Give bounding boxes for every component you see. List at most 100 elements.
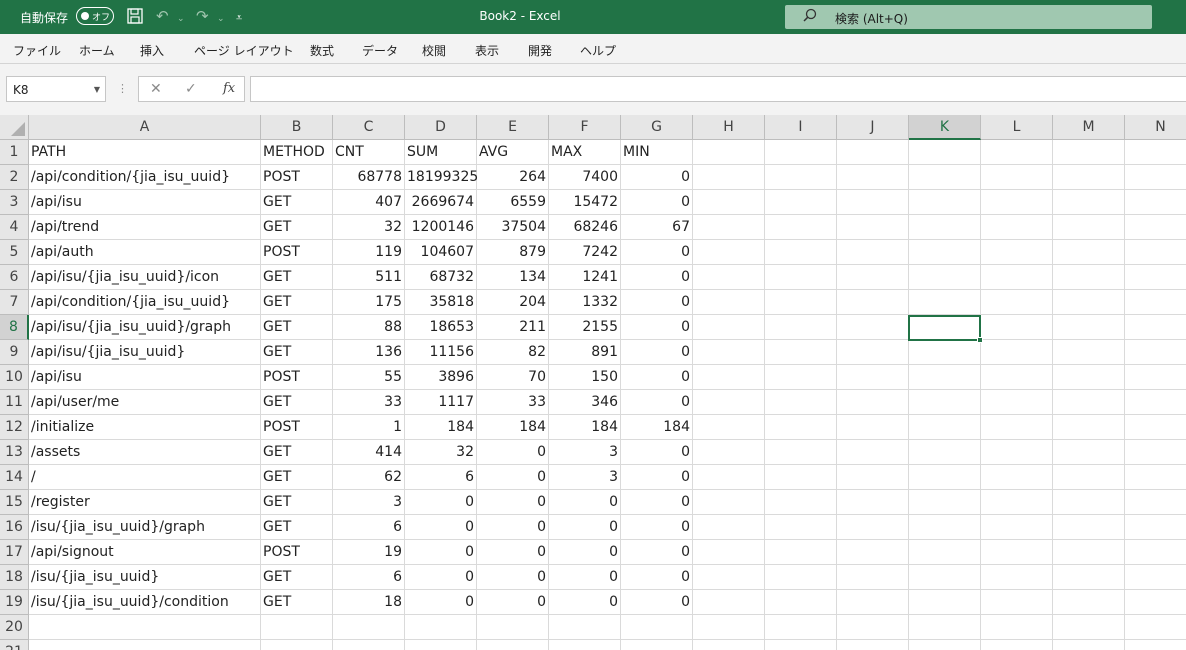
column-header-g[interactable]: G <box>621 115 693 140</box>
cell-k7[interactable] <box>909 290 981 315</box>
cell-j2[interactable] <box>837 165 909 190</box>
cell-l14[interactable] <box>981 465 1053 490</box>
cell-c21[interactable] <box>333 640 405 650</box>
column-header-l[interactable]: L <box>981 115 1053 140</box>
cell-d7[interactable]: 35818 <box>405 290 477 315</box>
row-header-21[interactable]: 21 <box>0 640 29 650</box>
cell-i5[interactable] <box>765 240 837 265</box>
cell-k5[interactable] <box>909 240 981 265</box>
cell-l10[interactable] <box>981 365 1053 390</box>
cell-i20[interactable] <box>765 615 837 640</box>
cell-i2[interactable] <box>765 165 837 190</box>
cell-i1[interactable] <box>765 140 837 165</box>
column-header-n[interactable]: N <box>1125 115 1186 140</box>
cell-g6[interactable]: 0 <box>621 265 693 290</box>
cell-l19[interactable] <box>981 590 1053 615</box>
cell-h2[interactable] <box>693 165 765 190</box>
cell-g10[interactable]: 0 <box>621 365 693 390</box>
cell-g3[interactable]: 0 <box>621 190 693 215</box>
row-header-19[interactable]: 19 <box>0 590 29 615</box>
column-header-m[interactable]: M <box>1053 115 1125 140</box>
cell-d9[interactable]: 11156 <box>405 340 477 365</box>
cell-i14[interactable] <box>765 465 837 490</box>
cell-j4[interactable] <box>837 215 909 240</box>
cell-i9[interactable] <box>765 340 837 365</box>
cell-j7[interactable] <box>837 290 909 315</box>
cell-j6[interactable] <box>837 265 909 290</box>
cell-n14[interactable] <box>1125 465 1186 490</box>
cell-j19[interactable] <box>837 590 909 615</box>
cell-i10[interactable] <box>765 365 837 390</box>
cell-g4[interactable]: 67 <box>621 215 693 240</box>
row-header-1[interactable]: 1 <box>0 140 29 165</box>
cell-k10[interactable] <box>909 365 981 390</box>
cell-m10[interactable] <box>1053 365 1125 390</box>
cell-n4[interactable] <box>1125 215 1186 240</box>
enter-icon[interactable]: ✓ <box>185 81 197 97</box>
cell-a12[interactable]: /initialize <box>29 415 261 440</box>
cell-f4[interactable]: 68246 <box>549 215 621 240</box>
cell-e1[interactable]: AVG <box>477 140 549 165</box>
cell-n19[interactable] <box>1125 590 1186 615</box>
cell-f14[interactable]: 3 <box>549 465 621 490</box>
cell-h13[interactable] <box>693 440 765 465</box>
cell-b8[interactable]: GET <box>261 315 333 340</box>
cell-m2[interactable] <box>1053 165 1125 190</box>
search-box[interactable]: 検索 (Alt+Q) <box>785 5 1152 29</box>
cell-f7[interactable]: 1332 <box>549 290 621 315</box>
insert-function-icon[interactable]: fx <box>223 81 235 96</box>
row-header-20[interactable]: 20 <box>0 615 29 640</box>
cell-m17[interactable] <box>1053 540 1125 565</box>
cell-i8[interactable] <box>765 315 837 340</box>
cell-j11[interactable] <box>837 390 909 415</box>
cell-a20[interactable] <box>29 615 261 640</box>
cell-c14[interactable]: 62 <box>333 465 405 490</box>
cell-d20[interactable] <box>405 615 477 640</box>
cell-b17[interactable]: POST <box>261 540 333 565</box>
cell-f20[interactable] <box>549 615 621 640</box>
cell-n10[interactable] <box>1125 365 1186 390</box>
cell-c1[interactable]: CNT <box>333 140 405 165</box>
cell-g8[interactable]: 0 <box>621 315 693 340</box>
cell-l3[interactable] <box>981 190 1053 215</box>
cell-h6[interactable] <box>693 265 765 290</box>
cell-e20[interactable] <box>477 615 549 640</box>
cell-a21[interactable] <box>29 640 261 650</box>
cell-c13[interactable]: 414 <box>333 440 405 465</box>
cell-k15[interactable] <box>909 490 981 515</box>
column-header-a[interactable]: A <box>29 115 261 140</box>
cell-f18[interactable]: 0 <box>549 565 621 590</box>
cell-k6[interactable] <box>909 265 981 290</box>
cell-b21[interactable] <box>261 640 333 650</box>
cell-l8[interactable] <box>981 315 1053 340</box>
cell-k19[interactable] <box>909 590 981 615</box>
cell-m15[interactable] <box>1053 490 1125 515</box>
cell-j17[interactable] <box>837 540 909 565</box>
cell-g14[interactable]: 0 <box>621 465 693 490</box>
cell-d14[interactable]: 6 <box>405 465 477 490</box>
cell-g12[interactable]: 184 <box>621 415 693 440</box>
cell-d5[interactable]: 104607 <box>405 240 477 265</box>
cell-i18[interactable] <box>765 565 837 590</box>
cell-l6[interactable] <box>981 265 1053 290</box>
cell-j3[interactable] <box>837 190 909 215</box>
cell-b10[interactable]: POST <box>261 365 333 390</box>
cell-f15[interactable]: 0 <box>549 490 621 515</box>
cell-n8[interactable] <box>1125 315 1186 340</box>
row-header-11[interactable]: 11 <box>0 390 29 415</box>
cell-f21[interactable] <box>549 640 621 650</box>
cell-b1[interactable]: METHOD <box>261 140 333 165</box>
cell-e7[interactable]: 204 <box>477 290 549 315</box>
cell-b6[interactable]: GET <box>261 265 333 290</box>
cell-n3[interactable] <box>1125 190 1186 215</box>
cell-e8[interactable]: 211 <box>477 315 549 340</box>
row-header-10[interactable]: 10 <box>0 365 29 390</box>
cell-g9[interactable]: 0 <box>621 340 693 365</box>
cell-m9[interactable] <box>1053 340 1125 365</box>
cell-j13[interactable] <box>837 440 909 465</box>
cell-c6[interactable]: 511 <box>333 265 405 290</box>
cell-n2[interactable] <box>1125 165 1186 190</box>
cell-h15[interactable] <box>693 490 765 515</box>
cell-m19[interactable] <box>1053 590 1125 615</box>
cell-i16[interactable] <box>765 515 837 540</box>
